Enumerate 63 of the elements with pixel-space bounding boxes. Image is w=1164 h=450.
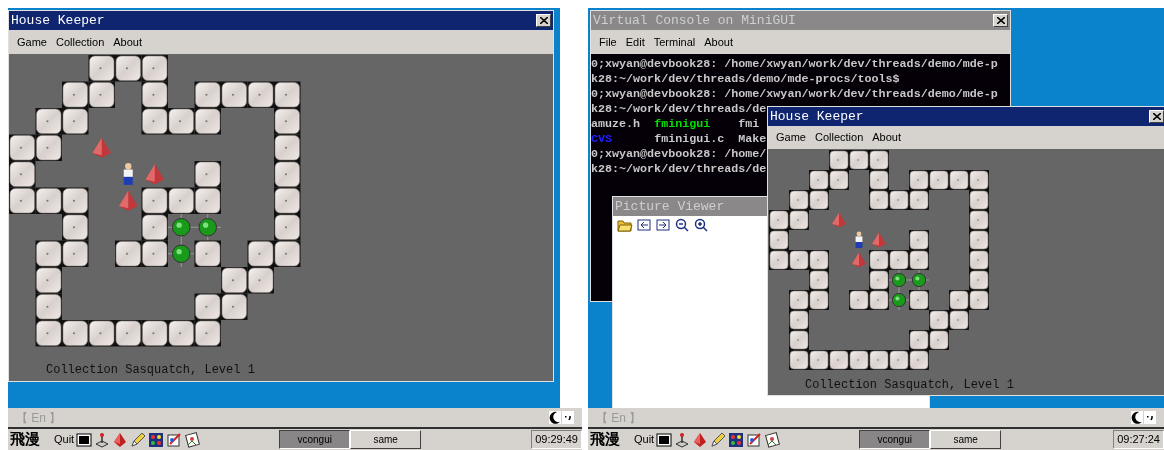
zoom-out-icon[interactable] [674,218,690,232]
terminal-line: k28:~/work/dev/threads/de [591,162,767,177]
clock: 09:29:49 [531,430,582,449]
pencil-icon[interactable] [710,431,727,448]
quit-button[interactable]: Quit [634,434,655,445]
task-button[interactable]: vcongui [279,430,351,449]
close-icon [996,17,1005,24]
terminal-line: k28:~/work/dev/threads/de [591,102,767,117]
color-grid-icon[interactable] [148,431,165,448]
menu-item[interactable]: Collection [55,33,105,51]
task-button[interactable]: same [350,430,422,449]
window-title: Picture Viewer [615,200,726,213]
quit-button[interactable]: Quit [54,434,75,445]
terminal-line: 0;xwyan@devbook28: /home/ [591,147,767,162]
menu-item[interactable]: About [704,33,734,51]
menu-item[interactable]: File [599,33,617,51]
terminal-line: amuze.h fminigui fmi [591,117,760,132]
paint-icon[interactable] [746,431,763,448]
terminal-icon[interactable] [76,431,93,448]
punctuation-icon[interactable] [562,411,574,424]
terminal-line: 0;xwyan@devbook28: /home/xwyan/work/dev/threads/demo/mde-p [591,57,998,72]
window-title: Virtual Console on MiniGUI [593,14,797,27]
pencil-icon[interactable] [130,431,147,448]
gem-icon[interactable] [692,431,709,448]
menu-item[interactable]: About [113,33,143,51]
terminal-icon[interactable] [656,431,673,448]
task-button[interactable]: vcongui [859,430,931,449]
menu-item[interactable]: Game [776,129,806,146]
task-button[interactable]: same [930,430,1002,449]
close-button[interactable] [993,14,1008,27]
back-icon[interactable] [636,218,652,232]
terminal-line: CVS fminigui.c Make [591,132,767,147]
punctuation-icon[interactable] [1144,411,1156,424]
picture-icon[interactable] [184,431,201,448]
close-icon [1152,113,1161,120]
logo-text: 飛漫 [9,432,41,447]
clock: 09:27:24 [1113,430,1164,449]
terminal-line: k28:~/work/dev/threads/demo/mde-procs/tools$ [591,72,900,87]
menu-item[interactable]: Terminal [653,33,696,51]
joystick-icon[interactable] [674,431,691,448]
moon-icon[interactable] [549,411,561,424]
zoom-in-icon[interactable] [693,218,709,232]
menu-item[interactable]: Edit [625,33,645,51]
status-text: Collection Sasquatch, Level 1 [45,364,256,379]
picture-icon[interactable] [764,431,781,448]
menu-item[interactable]: Collection [814,129,864,146]
close-button[interactable] [536,14,551,27]
open-folder-icon[interactable] [617,218,633,232]
window-title: House Keeper [11,14,106,27]
color-grid-icon[interactable] [728,431,745,448]
window-title: House Keeper [770,110,865,123]
paint-icon[interactable] [166,431,183,448]
gem-icon[interactable] [112,431,129,448]
menu-item[interactable]: About [872,129,902,146]
close-icon [539,17,548,24]
terminal-line: 0;xwyan@devbook28: /home/xwyan/work/dev/threads/demo/mde-p [591,87,998,102]
menu-item[interactable]: Game [17,33,47,51]
joystick-icon[interactable] [94,431,111,448]
forward-icon[interactable] [655,218,671,232]
moon-icon[interactable] [1131,411,1143,424]
close-button[interactable] [1149,110,1164,123]
logo-text: 飛漫 [589,432,621,447]
status-text: Collection Sasquatch, Level 1 [804,379,1015,394]
